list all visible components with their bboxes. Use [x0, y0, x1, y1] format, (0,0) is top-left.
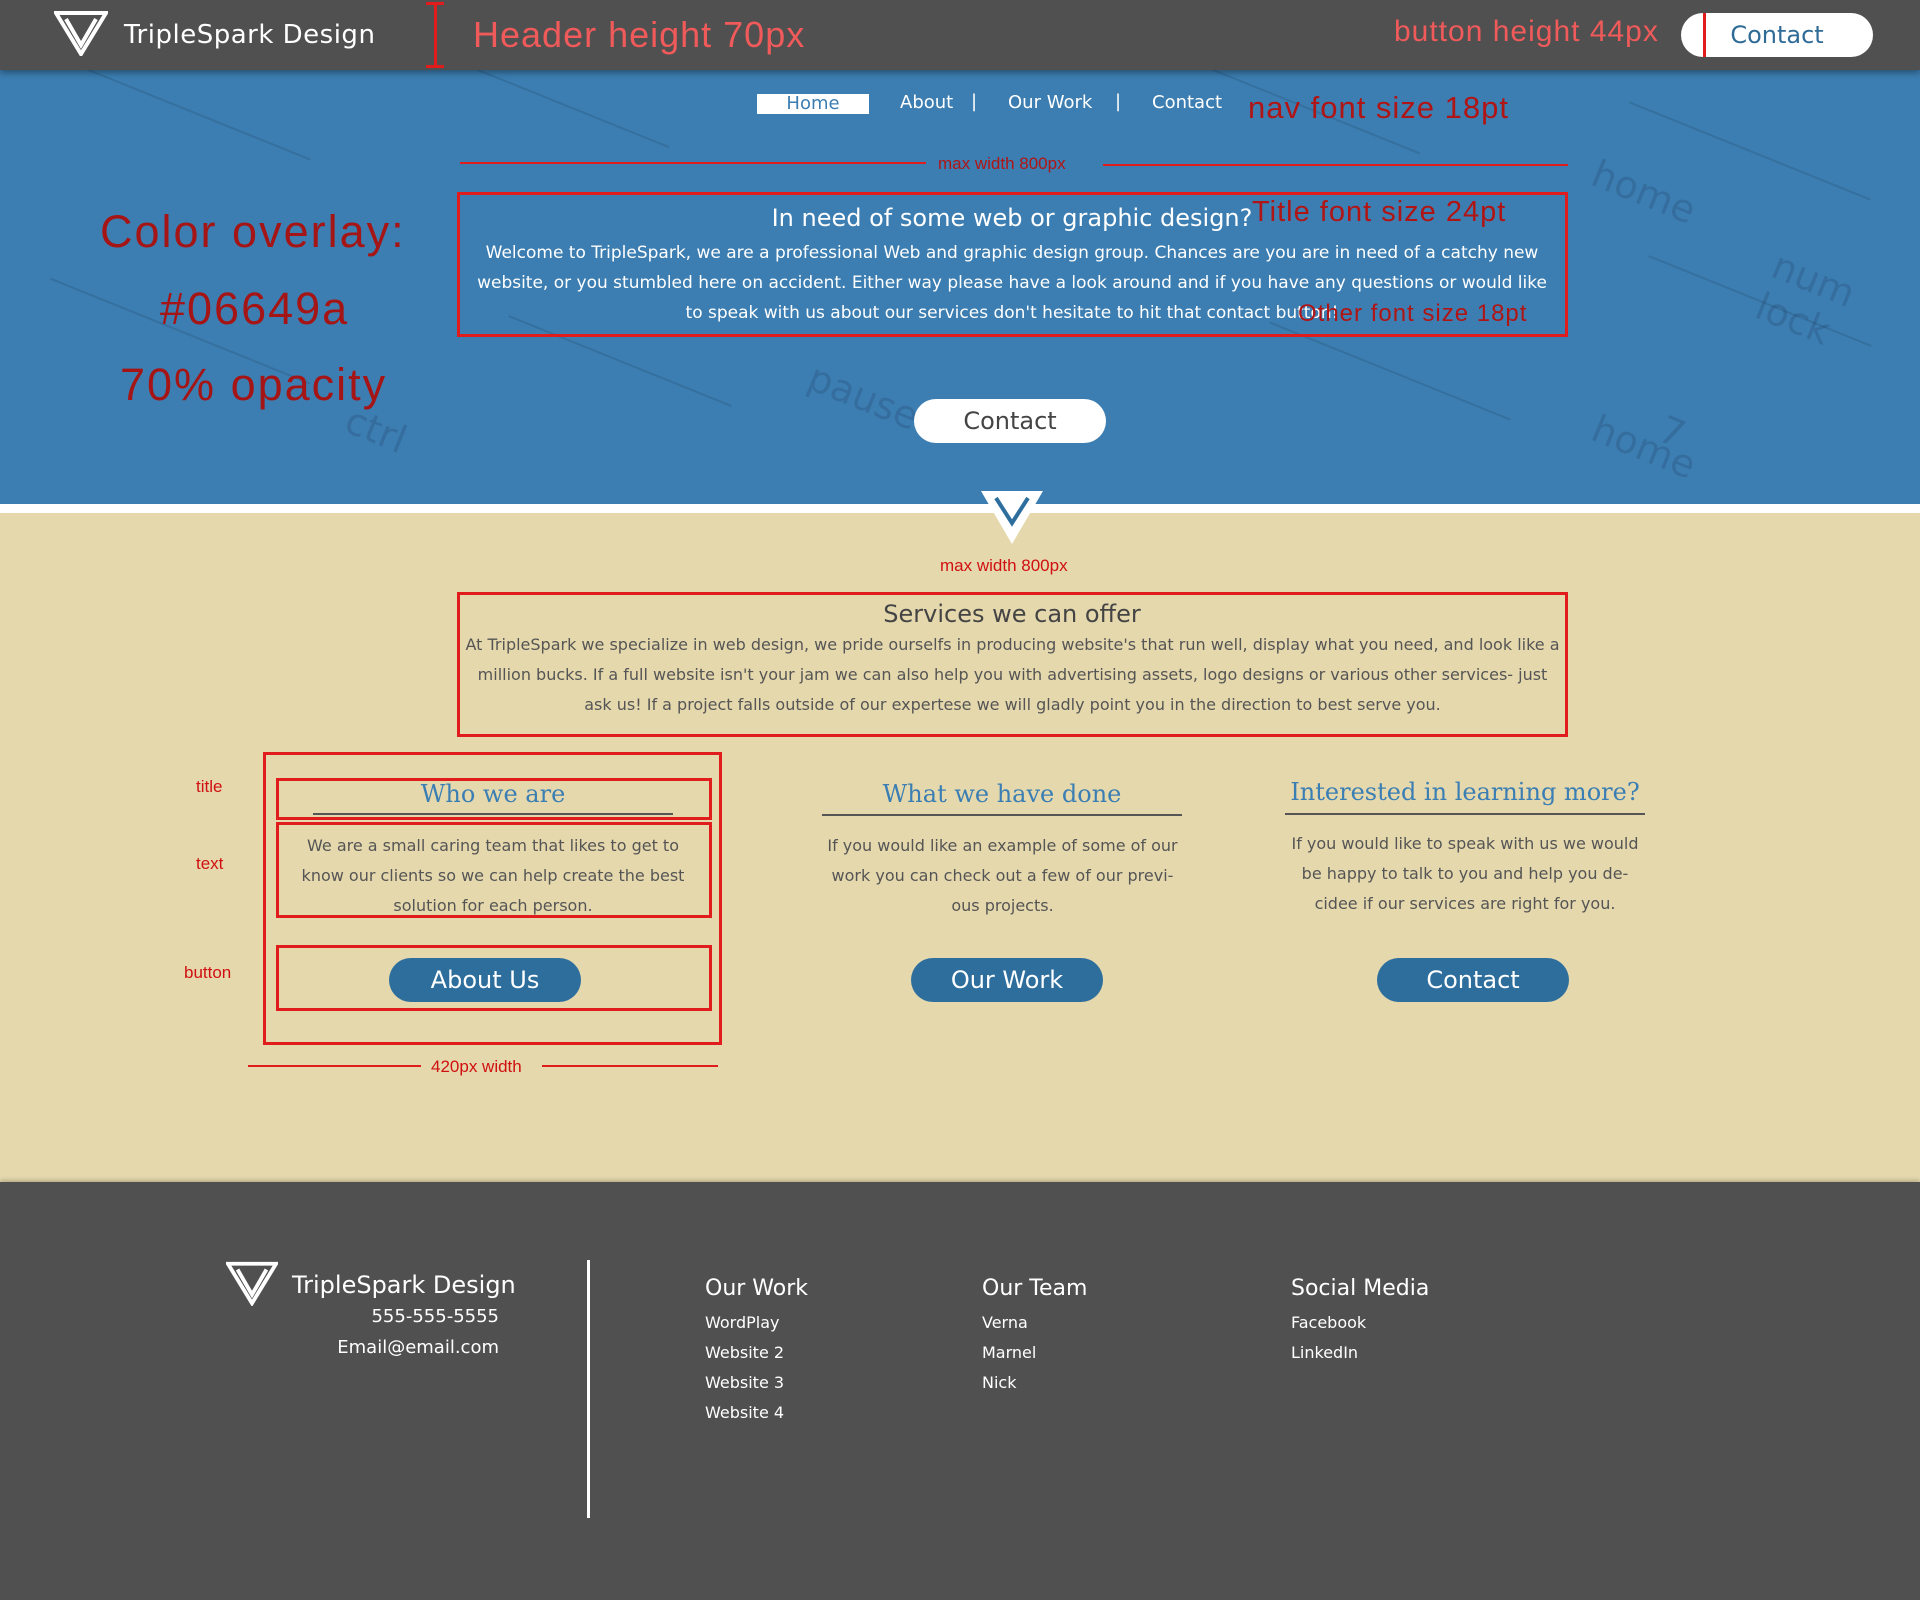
footer-link[interactable]: WordPlay — [705, 1313, 780, 1332]
header-height-marker-cap — [426, 2, 444, 5]
texture-key: pause — [801, 355, 925, 439]
annotation-max-width-mid: max width 800px — [940, 556, 1068, 575]
our-work-button[interactable]: Our Work — [911, 958, 1103, 1002]
annotation-label-text: text — [196, 854, 224, 873]
annotation-overlay-line2: #06649a — [160, 283, 350, 334]
nav-our-work[interactable]: Our Work — [1008, 92, 1092, 113]
what-we-have-done-text: If you would like an example of some of … — [827, 836, 1178, 915]
annotation-label-button: button — [184, 963, 232, 982]
annotation-max-width-top: max width 800px — [938, 154, 1066, 173]
footer-link[interactable]: Website 3 — [705, 1373, 784, 1392]
nav-about[interactable]: About — [900, 92, 953, 113]
column-button-bounds — [276, 945, 712, 1011]
nav-contact[interactable]: Contact — [1152, 92, 1222, 113]
interested-text: If you would like to speak with us we wo… — [1291, 834, 1639, 913]
section-divider — [0, 504, 1920, 513]
annotation-nav-font: nav font size 18pt — [1248, 90, 1509, 125]
annotation-overlay-line1: Color overlay: — [100, 206, 406, 257]
footer-link[interactable]: LinkedIn — [1291, 1343, 1358, 1362]
annotation-button-height: button height 44px — [1394, 15, 1659, 48]
footer-link[interactable]: Website 4 — [705, 1403, 784, 1422]
triangle-logo-icon — [52, 10, 110, 60]
annotation-header-height: Header height 70px — [473, 14, 806, 55]
site-footer: TripleSpark Design 555-555-5555 Email@em… — [0, 1182, 1920, 1600]
footer-link[interactable]: Marnel — [982, 1343, 1036, 1362]
footer-our-work-heading: Our Work — [705, 1276, 809, 1301]
hero-contact-button[interactable]: Contact — [914, 399, 1106, 443]
width-line — [248, 1065, 421, 1067]
header-height-marker-cap — [426, 65, 444, 68]
contact-column-button[interactable]: Contact — [1377, 958, 1569, 1002]
services-text-bounds — [457, 592, 1568, 737]
footer-our-team-heading: Our Team — [982, 1276, 1088, 1301]
brand-name: TripleSpark Design — [124, 20, 376, 50]
footer-email[interactable]: Email@email.com — [337, 1337, 499, 1358]
footer-brand[interactable]: TripleSpark Design — [224, 1260, 516, 1310]
header-height-marker — [434, 2, 437, 68]
annotation-width: 420px width — [431, 1057, 522, 1076]
texture-key: home — [1585, 151, 1703, 233]
texture-key: num lock — [1749, 243, 1862, 354]
footer-link[interactable]: Website 2 — [705, 1343, 784, 1362]
texture-line — [390, 70, 670, 149]
max-width-line — [1103, 164, 1568, 166]
column-title-rule — [822, 814, 1182, 816]
column-text-bounds — [276, 822, 712, 918]
what-we-have-done-title: What we have done — [882, 780, 1122, 808]
width-line — [542, 1065, 718, 1067]
header-contact-button[interactable]: Contact — [1681, 13, 1873, 57]
footer-social-heading: Social Media — [1291, 1276, 1430, 1301]
footer-link[interactable]: Verna — [982, 1313, 1028, 1332]
footer-link[interactable]: Facebook — [1291, 1313, 1366, 1332]
annotation-label-title: title — [196, 777, 223, 796]
nav-separator: | — [971, 91, 978, 112]
nav-home[interactable]: Home — [757, 94, 869, 114]
down-triangle-logo-icon — [979, 489, 1045, 549]
footer-divider — [587, 1260, 590, 1518]
nav-separator: | — [1115, 91, 1122, 112]
footer-phone: 555-555-5555 — [371, 1306, 499, 1327]
column-title-bounds — [276, 778, 712, 820]
interested-title: Interested in learning more? — [1290, 778, 1640, 806]
max-width-line — [460, 162, 926, 164]
annotation-overlay-line3: 70% opacity — [120, 359, 388, 410]
triangle-logo-icon — [224, 1260, 280, 1310]
footer-brand-name: TripleSpark Design — [292, 1271, 516, 1299]
annotation-other-font: Other font size 18pt — [1298, 300, 1528, 327]
texture-line — [69, 70, 311, 161]
column-title-rule — [1285, 813, 1645, 815]
button-height-marker — [1703, 13, 1706, 57]
footer-link[interactable]: Nick — [982, 1373, 1016, 1392]
annotation-title-font: Title font size 24pt — [1252, 196, 1507, 228]
header-brand[interactable]: TripleSpark Design — [52, 10, 376, 60]
